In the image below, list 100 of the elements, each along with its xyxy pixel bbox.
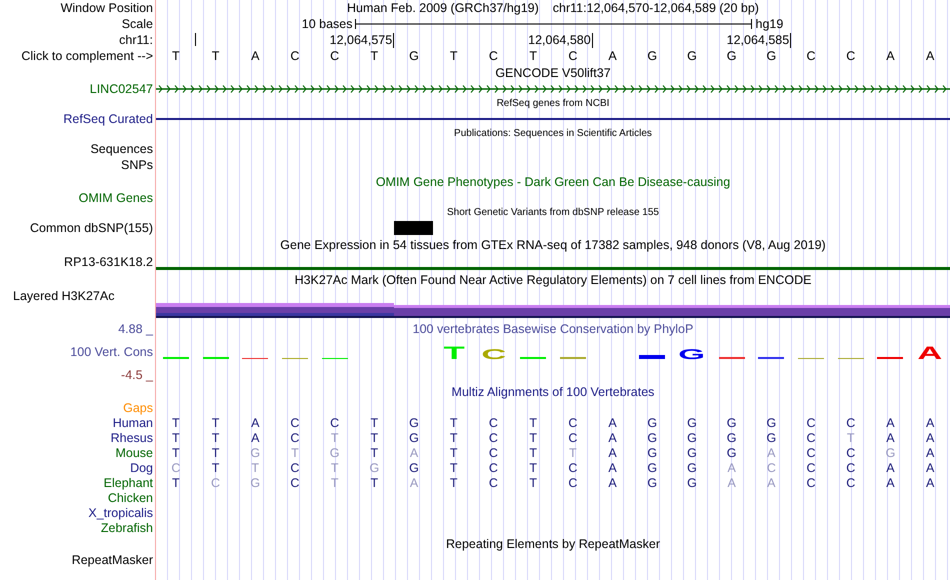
track-label[interactable]: Dog xyxy=(130,460,153,474)
ruler-label: 12,064,580 xyxy=(528,33,593,48)
track-label[interactable]: 100 Vert. Cons xyxy=(70,345,153,359)
track-label[interactable]: LINC02547 xyxy=(90,82,153,96)
base-letter[interactable]: G xyxy=(726,49,737,63)
alignment-base: A xyxy=(608,460,617,474)
variant-block[interactable] xyxy=(394,221,433,235)
alignment-base: A xyxy=(727,476,736,490)
base-letter[interactable]: T xyxy=(212,49,220,63)
alignment-base: T xyxy=(330,460,338,474)
alignment-base: T xyxy=(212,460,220,474)
track-label[interactable]: SNPs xyxy=(121,158,153,172)
base-letter[interactable]: T xyxy=(450,49,458,63)
track-label[interactable]: OMIM Genes xyxy=(78,191,153,205)
base-letter[interactable]: A xyxy=(926,49,934,63)
alignment-base: A xyxy=(410,476,418,490)
track-label[interactable]: 4.88 _ xyxy=(118,322,153,336)
alignment-base: C xyxy=(766,460,776,474)
alignment-base: T xyxy=(450,460,458,474)
track-label[interactable]: Chicken xyxy=(108,490,153,504)
base-letter[interactable]: G xyxy=(687,49,697,63)
base-letter[interactable]: T xyxy=(529,49,537,63)
track-label[interactable]: Scale xyxy=(122,17,153,31)
alignment-base: T xyxy=(330,430,338,444)
alignment-base: C xyxy=(290,430,300,444)
alignment-base: T xyxy=(330,476,338,490)
alignment-base: T xyxy=(846,430,855,444)
track-label[interactable]: Human xyxy=(112,416,153,430)
base-letter[interactable]: G xyxy=(766,49,776,63)
ruler-label: 12,064,585 xyxy=(726,33,792,48)
base-letter[interactable]: G xyxy=(409,49,419,63)
alignment-base: A xyxy=(608,416,617,430)
alignment-base: G xyxy=(726,446,737,460)
alignment-base: G xyxy=(250,446,260,460)
alignment-base: A xyxy=(926,476,934,490)
track-label[interactable]: Rhesus xyxy=(110,430,153,444)
alignment-base: A xyxy=(251,430,260,444)
alignment-base: G xyxy=(766,416,776,430)
alignment-base: A xyxy=(608,446,617,460)
alignment-base: C xyxy=(290,416,300,430)
alignment-base: G xyxy=(409,416,419,430)
ruler-tick xyxy=(194,33,196,46)
alignment-base: T xyxy=(212,430,220,444)
conservation-letter: A xyxy=(918,346,943,360)
base-letter[interactable]: A xyxy=(886,49,895,63)
track-label[interactable]: RefSeq Curated xyxy=(63,112,153,126)
alignment-base: C xyxy=(211,476,220,490)
track-label[interactable]: -4.5 _ xyxy=(121,368,153,382)
alignment-base: A xyxy=(886,476,895,490)
base-letter[interactable]: T xyxy=(172,49,180,63)
alignment-base: G xyxy=(409,460,419,474)
alignment-base: A xyxy=(767,476,776,490)
alignment-base: G xyxy=(250,476,260,490)
alignment-base: G xyxy=(647,430,658,444)
track-label[interactable]: RP13-631K18.2 xyxy=(64,255,153,269)
alignment-base: C xyxy=(806,430,816,444)
base-letter[interactable]: C xyxy=(846,49,856,63)
base-letter[interactable]: A xyxy=(608,49,617,63)
alignment-base: T xyxy=(450,430,458,444)
alignment-base: G xyxy=(369,460,380,474)
alignment-base: C xyxy=(846,446,856,460)
base-letter[interactable]: C xyxy=(330,49,340,63)
conservation-letter: T xyxy=(443,346,464,360)
base-letter[interactable]: G xyxy=(647,49,658,63)
alignment-base: G xyxy=(647,446,658,460)
alignment-base: A xyxy=(608,476,617,490)
alignment-base: G xyxy=(726,430,737,444)
base-letter[interactable]: C xyxy=(568,49,578,63)
base-letter[interactable]: C xyxy=(488,49,498,63)
track-label[interactable]: Zebrafish xyxy=(100,520,153,534)
alignment-base: T xyxy=(529,476,537,490)
track-label[interactable]: Layered H3K27Ac xyxy=(13,289,114,303)
track-label[interactable]: Mouse xyxy=(115,446,153,460)
base-letter[interactable]: C xyxy=(806,49,816,63)
alignment-base: T xyxy=(370,476,378,490)
alignment-base: T xyxy=(172,416,180,430)
alignment-base: T xyxy=(172,430,180,444)
base-letter[interactable]: A xyxy=(251,49,260,63)
alignment-base: A xyxy=(608,430,617,444)
assembly-name: Human Feb. 2009 (GRCh37/hg19) xyxy=(347,1,539,15)
alignment-base: T xyxy=(450,476,458,490)
track-label[interactable]: Elephant xyxy=(104,476,153,490)
base-letter[interactable]: C xyxy=(290,49,300,63)
alignment-base: G xyxy=(766,430,776,444)
base-letter[interactable]: T xyxy=(370,49,378,63)
alignment-base: C xyxy=(806,416,816,430)
complement-link[interactable]: Click to complement --> xyxy=(21,49,153,63)
track-label[interactable]: Window Position xyxy=(60,1,153,15)
alignment-base: G xyxy=(687,430,697,444)
track-label[interactable]: Common dbSNP(155) xyxy=(30,221,153,235)
alignment-base: T xyxy=(450,446,458,460)
alignment-base: T xyxy=(212,416,220,430)
alignment-base: T xyxy=(172,446,180,460)
track-label[interactable]: chr11: xyxy=(119,33,153,47)
track-label[interactable]: RepeatMasker xyxy=(72,553,153,567)
track-label[interactable]: X_tropicalis xyxy=(88,506,153,520)
alignment-base: A xyxy=(251,416,260,430)
track-title: 100 vertebrates Basewise Conservation by PhyloP xyxy=(412,322,694,336)
alignment-base: C xyxy=(806,446,816,460)
track-label[interactable]: Sequences xyxy=(90,142,153,156)
